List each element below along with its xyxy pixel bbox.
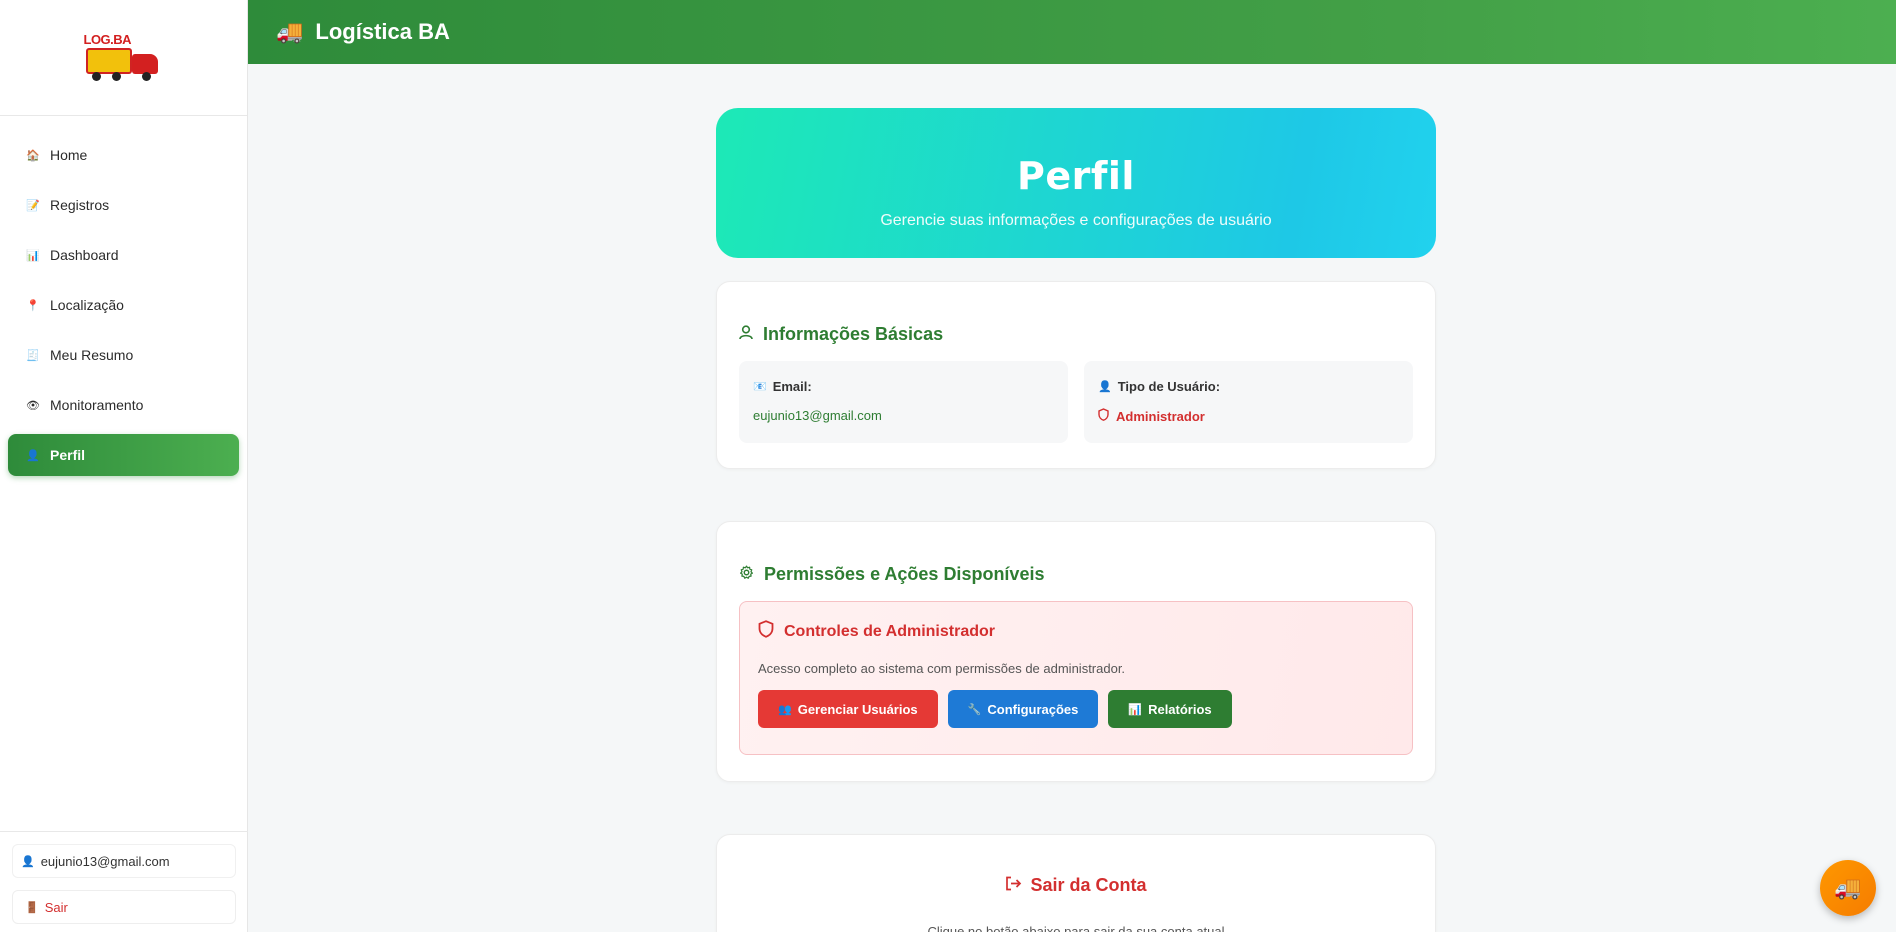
sidebar-logout-label: Sair xyxy=(44,899,68,915)
user-type-info-box: 👤 Tipo de Usuário: Administrador xyxy=(1084,361,1413,443)
page-title: Perfil xyxy=(1017,154,1135,198)
reports-button[interactable]: 📊 Relatórios xyxy=(1108,690,1232,728)
sidebar-footer: 👤 eujunio13@gmail.com 🚪 Sair xyxy=(0,831,248,932)
receipt-icon: 🧾 xyxy=(26,349,40,362)
shield-icon xyxy=(758,620,774,643)
brand-logo-area: LOG.BA xyxy=(0,0,247,116)
permissions-title: Permissões e Ações Disponíveis xyxy=(764,564,1045,584)
logo-wheel xyxy=(141,71,151,81)
logout-heading: Sair da Conta xyxy=(1005,875,1147,896)
sidebar-item-label: Perfil xyxy=(50,447,86,463)
gear-icon xyxy=(739,565,754,584)
main-content: Perfil Gerencie suas informações e confi… xyxy=(248,64,1896,932)
current-user-chip: 👤 eujunio13@gmail.com xyxy=(12,844,236,878)
basic-info-grid: 📧 Email: eujunio13@gmail.com 👤 Tipo de U… xyxy=(739,361,1413,443)
manage-users-label: Gerenciar Usuários xyxy=(797,701,918,717)
logo-wheel xyxy=(91,71,101,81)
sidebar-item-monitoramento[interactable]: 👁 Monitoramento xyxy=(8,384,239,426)
email-label-row: 📧 Email: xyxy=(753,379,1054,394)
basic-info-card: Informações Básicas 📧 Email: eujunio13@g… xyxy=(716,281,1436,469)
bar-chart-icon: 📊 xyxy=(26,249,40,262)
bar-chart-icon: 📊 xyxy=(1128,703,1143,716)
logo-truck-body xyxy=(85,47,132,74)
pin-icon: 📍 xyxy=(26,299,40,312)
sidebar: LOG.BA 🏠 Home 📝 Registros 📊 Dashboard 📍 … xyxy=(0,0,248,932)
house-icon: 🏠 xyxy=(26,149,40,162)
email-label: Email: xyxy=(772,379,812,394)
permissions-heading: Permissões e Ações Disponíveis xyxy=(739,564,1413,585)
settings-button[interactable]: 🔧 Configurações xyxy=(947,690,1099,728)
user-outline-icon xyxy=(739,325,753,344)
settings-label: Configurações xyxy=(987,701,1079,717)
reports-label: Relatórios xyxy=(1148,701,1212,717)
user-type-label-row: 👤 Tipo de Usuário: xyxy=(1098,379,1399,394)
sidebar-item-localizacao[interactable]: 📍 Localização xyxy=(8,284,239,326)
sidebar-item-label: Home xyxy=(50,147,88,163)
logout-icon xyxy=(1005,876,1022,896)
door-icon: 🚪 xyxy=(25,901,39,914)
memo-icon: 📝 xyxy=(26,199,40,212)
truck-icon: 🚚 xyxy=(276,19,304,44)
user-icon: 👤 xyxy=(1098,381,1112,393)
profile-hero: Perfil Gerencie suas informações e confi… xyxy=(716,108,1436,258)
admin-controls-heading: Controles de Administrador xyxy=(758,620,1394,643)
logo-wheel xyxy=(111,71,121,81)
top-bar: 🚚 Logística BA xyxy=(248,0,1896,64)
current-user-email: eujunio13@gmail.com xyxy=(40,853,170,869)
sidebar-item-registros[interactable]: 📝 Registros xyxy=(8,184,239,226)
sidebar-item-label: Monitoramento xyxy=(50,397,144,413)
page-subtitle: Gerencie suas informações e configuraçõe… xyxy=(880,212,1272,229)
email-icon: 📧 xyxy=(753,381,767,393)
app-title: Logística BA xyxy=(315,19,450,44)
shield-icon xyxy=(1098,408,1109,424)
sidebar-item-label: Dashboard xyxy=(50,247,119,263)
user-icon: 👤 xyxy=(26,449,40,462)
wrench-icon: 🔧 xyxy=(967,703,982,716)
sidebar-nav: 🏠 Home 📝 Registros 📊 Dashboard 📍 Localiz… xyxy=(0,116,247,476)
manage-users-button[interactable]: 👥 Gerenciar Usuários xyxy=(758,690,938,728)
admin-controls-box: Controles de Administrador Acesso comple… xyxy=(739,601,1413,755)
sidebar-logout-button[interactable]: 🚪 Sair xyxy=(12,890,236,924)
sidebar-item-meu-resumo[interactable]: 🧾 Meu Resumo xyxy=(8,334,239,376)
admin-controls-title: Controles de Administrador xyxy=(784,622,995,640)
users-icon: 👥 xyxy=(778,703,792,716)
basic-info-heading: Informações Básicas xyxy=(739,324,1413,345)
admin-actions: 👥 Gerenciar Usuários 🔧 Configurações 📊 R… xyxy=(758,690,1394,728)
sidebar-item-dashboard[interactable]: 📊 Dashboard xyxy=(8,234,239,276)
email-value-row: eujunio13@gmail.com xyxy=(753,408,1054,423)
eye-icon: 👁 xyxy=(26,399,40,412)
sidebar-item-label: Registros xyxy=(50,197,110,213)
sidebar-item-home[interactable]: 🏠 Home xyxy=(8,134,239,176)
email-value: eujunio13@gmail.com xyxy=(753,408,882,423)
user-type-value-row: Administrador xyxy=(1098,408,1399,424)
sidebar-item-perfil[interactable]: 👤 Perfil xyxy=(8,434,239,476)
logo-truck-cab xyxy=(131,53,158,74)
brand-logo-text: LOG.BA xyxy=(83,31,132,47)
permissions-card: Permissões e Ações Disponíveis Controles… xyxy=(716,521,1436,782)
sidebar-item-label: Meu Resumo xyxy=(50,347,134,363)
admin-controls-description: Acesso completo ao sistema com permissõe… xyxy=(758,661,1126,676)
floating-truck-button[interactable]: 🚚 xyxy=(1820,860,1876,916)
brand-logo[interactable]: LOG.BA xyxy=(82,32,166,84)
basic-info-title: Informações Básicas xyxy=(763,324,944,344)
truck-icon: 🚚 xyxy=(1834,875,1862,900)
sidebar-item-label: Localização xyxy=(50,297,124,313)
logout-title: Sair da Conta xyxy=(1030,875,1147,895)
user-type-label: Tipo de Usuário: xyxy=(1117,379,1221,394)
user-icon: 👤 xyxy=(21,855,35,868)
logout-description: Clique no botão abaixo para sair da sua … xyxy=(927,924,1225,932)
user-type-value: Administrador xyxy=(1116,408,1205,424)
email-info-box: 📧 Email: eujunio13@gmail.com xyxy=(739,361,1068,443)
logout-card: Sair da Conta Clique no botão abaixo par… xyxy=(716,834,1436,932)
